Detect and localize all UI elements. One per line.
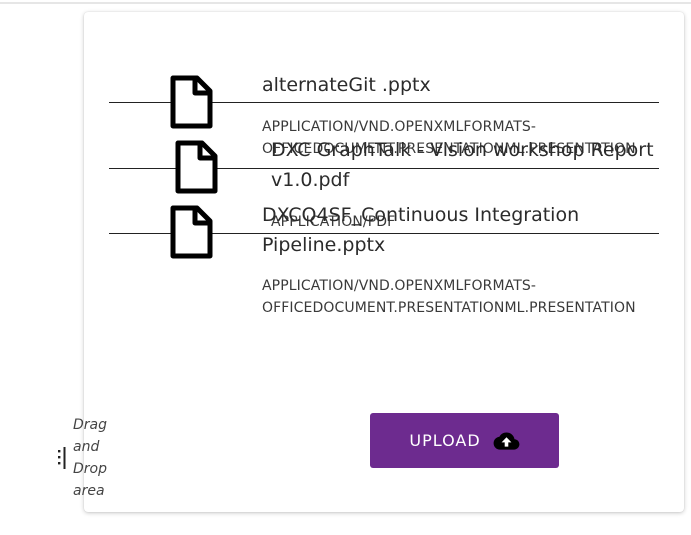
file-icon xyxy=(170,205,213,259)
file-icon xyxy=(175,140,218,194)
upload-button-label: UPLOAD xyxy=(409,431,481,450)
drop-area-label: Drag and Drop area xyxy=(73,417,108,499)
upload-button[interactable]: UPLOAD xyxy=(370,413,559,468)
file-icon xyxy=(170,75,213,129)
file-name: alternateGit .pptx xyxy=(262,74,431,96)
file-name: DXC GraphTalk - Vision workshop Report v… xyxy=(271,139,654,191)
drag-handle-icon[interactable] xyxy=(56,446,68,470)
cloud-upload-icon xyxy=(493,432,520,450)
file-name: DXCQ4SF_Continuous Integration Pipeline.… xyxy=(262,204,580,256)
file-type: APPLICATION/VND.OPENXMLFORMATS-OFFICEDOC… xyxy=(262,278,636,316)
top-rule xyxy=(0,2,691,4)
